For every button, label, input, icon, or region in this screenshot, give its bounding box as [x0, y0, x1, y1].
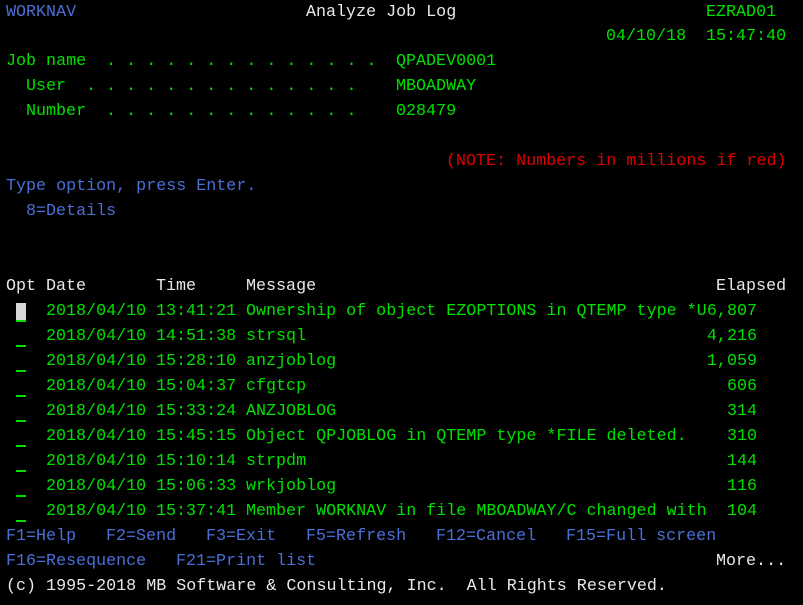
- row-time: 15:45:15: [156, 427, 237, 446]
- option-input[interactable]: [16, 474, 26, 499]
- row-time: 14:51:38: [156, 327, 237, 346]
- option-input[interactable]: [16, 349, 26, 374]
- f3-exit-key[interactable]: F3=Exit: [206, 524, 276, 549]
- option-input[interactable]: [16, 424, 26, 449]
- row-time: 15:04:37: [156, 377, 237, 396]
- row-message: Member WORKNAV in file MBOADWAY/C change…: [246, 502, 707, 521]
- row-elapsed: 104: [726, 502, 757, 521]
- row-message: Ownership of object EZOPTIONS in QTEMP t…: [246, 302, 707, 321]
- f2-send-key[interactable]: F2=Send: [106, 524, 176, 549]
- row-date: 2018/04/10: [46, 477, 147, 496]
- system-name: WORKNAV: [6, 3, 77, 22]
- number-value: 028479: [396, 102, 457, 121]
- user-value: MBOADWAY: [396, 77, 477, 96]
- row-message: strpdm: [246, 452, 307, 471]
- row-elapsed: 144: [726, 452, 757, 471]
- system-time: 15:47:40: [706, 27, 787, 46]
- row-time: 13:41:21: [156, 302, 237, 321]
- row-date: 2018/04/10: [46, 452, 147, 471]
- row-elapsed: 4,216: [706, 327, 757, 346]
- row-date: 2018/04/10: [46, 327, 147, 346]
- job-name-value: QPADEV0001: [396, 52, 497, 71]
- option-input[interactable]: [16, 449, 26, 474]
- row-time: 15:28:10: [156, 352, 237, 371]
- row-time: 15:37:41: [156, 502, 237, 521]
- device-name: EZRAD01: [706, 3, 777, 22]
- note-text: (NOTE: Numbers in millions if red): [446, 152, 787, 171]
- f21-print-list-key[interactable]: F21=Print list: [176, 549, 316, 574]
- number-label: Number . . . . . . . . . . . . .: [26, 102, 357, 121]
- row-time: 15:10:14: [156, 452, 237, 471]
- f16-resequence-key[interactable]: F16=Resequence: [6, 549, 146, 574]
- row-message: ANZJOBLOG: [246, 402, 337, 421]
- option-legend: 8=Details: [26, 202, 117, 221]
- screen-title: Analyze Job Log: [306, 3, 457, 22]
- row-date: 2018/04/10: [46, 377, 147, 396]
- copyright-text: (c) 1995-2018 MB Software & Consulting, …: [6, 577, 667, 596]
- f5-refresh-key[interactable]: F5=Refresh: [306, 524, 406, 549]
- option-input[interactable]: [16, 299, 26, 324]
- row-message: wrkjoblog: [246, 477, 337, 496]
- option-input[interactable]: [16, 324, 26, 349]
- system-date: 04/10/18: [606, 27, 687, 46]
- col-header-date: Date: [46, 277, 87, 296]
- row-date: 2018/04/10: [46, 352, 147, 371]
- f15-full-screen-key[interactable]: F15=Full screen: [566, 524, 716, 549]
- row-elapsed: 6,807: [706, 302, 757, 321]
- row-message: anzjoblog: [246, 352, 337, 371]
- col-header-message: Message: [246, 277, 317, 296]
- row-message: Object QPJOBLOG in QTEMP type *FILE dele…: [246, 427, 687, 446]
- row-elapsed: 310: [726, 427, 757, 446]
- col-header-opt: Opt: [6, 277, 37, 296]
- row-date: 2018/04/10: [46, 502, 147, 521]
- row-elapsed: 116: [726, 477, 757, 496]
- option-input[interactable]: [16, 499, 26, 524]
- row-elapsed: 314: [726, 402, 757, 421]
- row-date: 2018/04/10: [46, 427, 147, 446]
- instruction-prompt: Type option, press Enter.: [6, 177, 257, 196]
- row-date: 2018/04/10: [46, 302, 147, 321]
- row-time: 15:06:33: [156, 477, 237, 496]
- row-date: 2018/04/10: [46, 402, 147, 421]
- f1-help-key[interactable]: F1=Help: [6, 524, 76, 549]
- job-name-label: Job name . . . . . . . . . . . . . .: [6, 52, 377, 71]
- row-elapsed: 606: [726, 377, 757, 396]
- f12-cancel-key[interactable]: F12=Cancel: [436, 524, 536, 549]
- row-time: 15:33:24: [156, 402, 237, 421]
- row-elapsed: 1,059: [706, 352, 757, 371]
- col-header-elapsed: Elapsed: [716, 277, 787, 296]
- option-input[interactable]: [16, 399, 26, 424]
- col-header-time: Time: [156, 277, 197, 296]
- user-label: User . . . . . . . . . . . . . .: [26, 77, 357, 96]
- option-input[interactable]: [16, 374, 26, 399]
- row-message: strsql: [246, 327, 307, 346]
- row-message: cfgtcp: [246, 377, 307, 396]
- more-indicator: More...: [716, 552, 787, 571]
